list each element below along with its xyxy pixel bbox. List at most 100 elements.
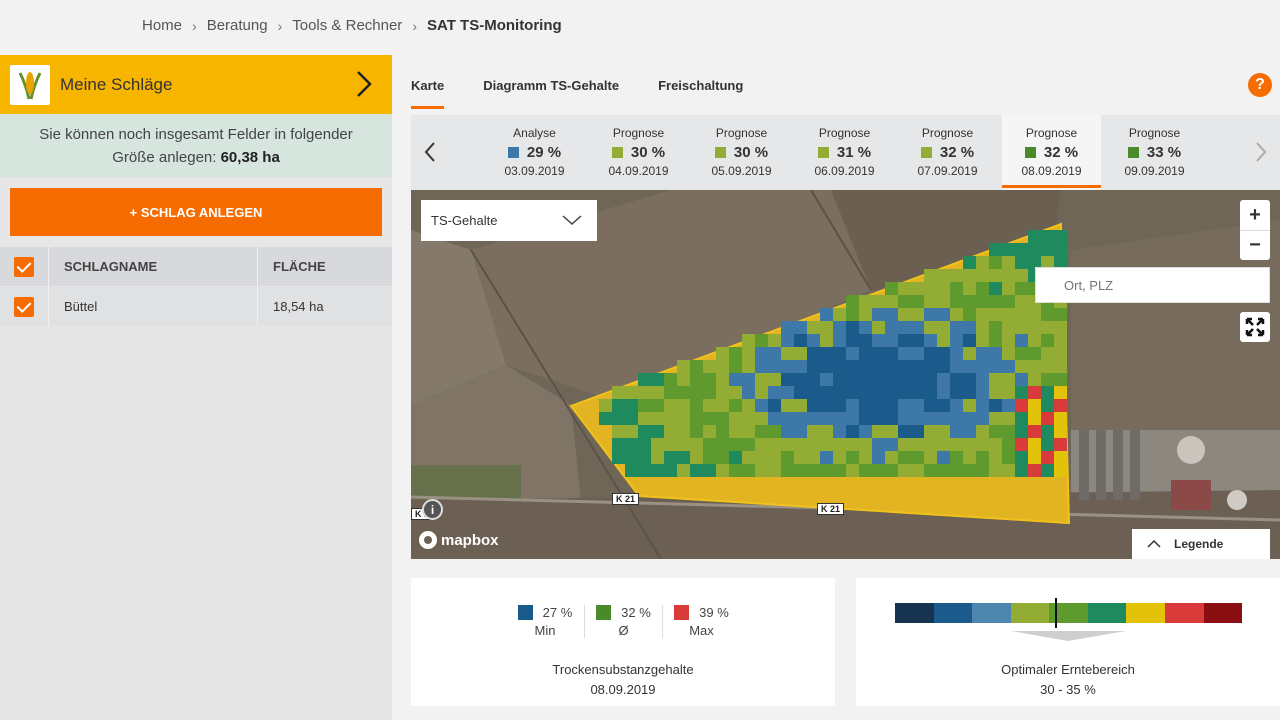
date-item-date: 05.09.2019 <box>711 164 772 178</box>
range-title-block: Optimaler Erntebereich 30 - 35 % <box>856 660 1280 700</box>
breadcrumb-beratung[interactable]: Beratung <box>207 17 268 34</box>
breadcrumb-home[interactable]: Home <box>142 17 182 34</box>
date-item-type: Prognose <box>612 126 665 140</box>
stats-row: 27 % Min 32 % Ø 39 % Max <box>411 605 835 638</box>
stat-max: 39 % Max <box>662 605 740 638</box>
fullscreen-icon <box>1245 317 1265 337</box>
zoom-out-button[interactable]: − <box>1240 230 1270 260</box>
select-all-cell <box>0 247 49 286</box>
legend-button[interactable]: Legende <box>1132 529 1270 559</box>
color-scale <box>895 603 1243 623</box>
breadcrumb-tools[interactable]: Tools & Rechner <box>292 17 402 34</box>
chevron-down-icon <box>562 215 582 226</box>
tab-diagramm[interactable]: Diagramm TS-Gehalte <box>483 75 619 105</box>
layer-select[interactable]: TS-Gehalte <box>421 200 597 241</box>
date-item-value-row: 30 % <box>692 144 791 161</box>
main-tabs: Karte Diagramm TS-Gehalte Freischaltung <box>411 75 782 109</box>
stat-min: 27 % Min <box>506 605 584 638</box>
avg-color-swatch <box>596 605 612 620</box>
sidebar: Meine Schläge Sie können noch insgesamt … <box>0 55 392 720</box>
date-item-date: 06.09.2019 <box>814 164 875 178</box>
scale-segment <box>895 603 934 623</box>
scale-segment <box>1087 603 1127 623</box>
stats-title: Trockensubstanzgehalte <box>552 662 694 677</box>
column-header-area[interactable]: FLÄCHE <box>258 247 392 286</box>
date-timeline: Analyse 29 % 03.09.2019 Prognose 30 % 04.09.2… <box>411 115 1280 190</box>
date-item-color-swatch <box>507 147 519 158</box>
quota-info-line2: Größe anlegen: 60,38 ha <box>0 146 392 169</box>
zoom-in-button[interactable]: + <box>1240 200 1270 230</box>
chevron-left-icon[interactable] <box>421 140 441 164</box>
chevron-right-icon: › <box>192 17 197 34</box>
chevron-right-icon[interactable] <box>1250 140 1270 164</box>
scale-segment <box>1126 603 1165 623</box>
fullscreen-button[interactable] <box>1240 312 1270 342</box>
date-item-color-swatch <box>817 147 829 158</box>
min-value: 27 % <box>542 605 573 620</box>
zoom-control: + − <box>1240 200 1270 260</box>
scale-segment <box>1010 603 1050 623</box>
table-row[interactable]: Büttel 18,54 ha <box>0 287 392 326</box>
chevron-right-icon: › <box>412 17 417 34</box>
mapbox-text: mapbox <box>441 531 499 549</box>
quota-info-prefix: Größe anlegen: <box>112 149 221 166</box>
date-item-value: 30 % <box>733 144 769 161</box>
harvest-range-card: Optimaler Erntebereich 30 - 35 % <box>856 578 1280 706</box>
date-item-value: 32 % <box>1043 144 1079 161</box>
map-info-icon[interactable]: i <box>422 499 443 520</box>
date-item[interactable]: Prognose 30 % 04.09.2019 <box>589 115 688 190</box>
quota-area: 60,38 ha <box>220 149 280 166</box>
date-item[interactable]: Prognose 32 % 08.09.2019 <box>1002 115 1101 190</box>
date-item[interactable]: Prognose 31 % 06.09.2019 <box>795 115 894 190</box>
layer-select-value: TS-Gehalte <box>431 213 498 228</box>
date-item-date: 03.09.2019 <box>504 164 565 178</box>
date-item-value: 32 % <box>939 144 975 161</box>
date-item[interactable]: Analyse 29 % 03.09.2019 <box>485 115 584 190</box>
date-item-value-row: 33 % <box>1105 144 1204 161</box>
field-name: Büttel <box>49 287 258 326</box>
scale-segment <box>1164 603 1204 623</box>
add-field-button[interactable]: + SCHLAG ANLEGEN <box>10 188 382 236</box>
legend-label: Legende <box>1174 537 1224 551</box>
date-item[interactable]: Prognose 33 % 09.09.2019 <box>1105 115 1204 190</box>
help-icon[interactable]: ? <box>1248 73 1272 97</box>
date-item-type: Prognose <box>1128 126 1181 140</box>
range-value: 30 - 35 % <box>1040 682 1096 697</box>
range-indicator-icon <box>1011 631 1126 641</box>
date-item-color-swatch <box>714 147 726 158</box>
mapbox-logo: mapbox <box>419 531 499 549</box>
chevron-right-icon: › <box>277 17 283 34</box>
date-item-type: Prognose <box>921 126 974 140</box>
max-value: 39 % <box>699 605 729 620</box>
map-view[interactable]: K 21 K 21 K 2 TS-Gehalte + − i mapbox Le… <box>411 190 1280 559</box>
stats-title-block: Trockensubstanzgehalte 08.09.2019 <box>411 660 835 700</box>
mapbox-icon <box>419 531 437 549</box>
row-checkbox[interactable] <box>14 296 34 317</box>
road-label: K 21 <box>817 503 845 515</box>
location-search-input[interactable] <box>1035 267 1270 303</box>
select-all-checkbox[interactable] <box>14 256 34 277</box>
tab-freischaltung[interactable]: Freischaltung <box>658 75 743 105</box>
date-item-type: Analyse <box>513 126 556 140</box>
scale-segment <box>1203 603 1243 623</box>
column-header-name[interactable]: SCHLAGNAME <box>49 247 258 286</box>
sidebar-header: Meine Schläge <box>0 55 392 114</box>
min-label: Min <box>534 623 556 638</box>
date-item[interactable]: Prognose 30 % 05.09.2019 <box>692 115 791 190</box>
date-item-date: 07.09.2019 <box>917 164 978 178</box>
chevron-right-icon[interactable] <box>354 69 374 99</box>
date-item-value-row: 32 % <box>898 144 997 161</box>
breadcrumb-current: SAT TS-Monitoring <box>426 17 562 34</box>
date-item-value-row: 30 % <box>589 144 688 161</box>
field-area: 18,54 ha <box>273 299 324 314</box>
date-item-value-row: 29 % <box>485 144 584 161</box>
date-item-color-swatch <box>611 147 623 158</box>
tab-karte[interactable]: Karte <box>411 75 445 109</box>
date-item-date: 08.09.2019 <box>1021 164 1082 178</box>
chevron-up-icon <box>1147 539 1161 548</box>
row-select-cell <box>0 287 49 326</box>
date-item-color-swatch <box>1127 147 1139 158</box>
stat-avg: 32 % Ø <box>584 605 662 638</box>
date-item[interactable]: Prognose 32 % 07.09.2019 <box>898 115 997 190</box>
avg-label: Ø <box>618 623 629 638</box>
